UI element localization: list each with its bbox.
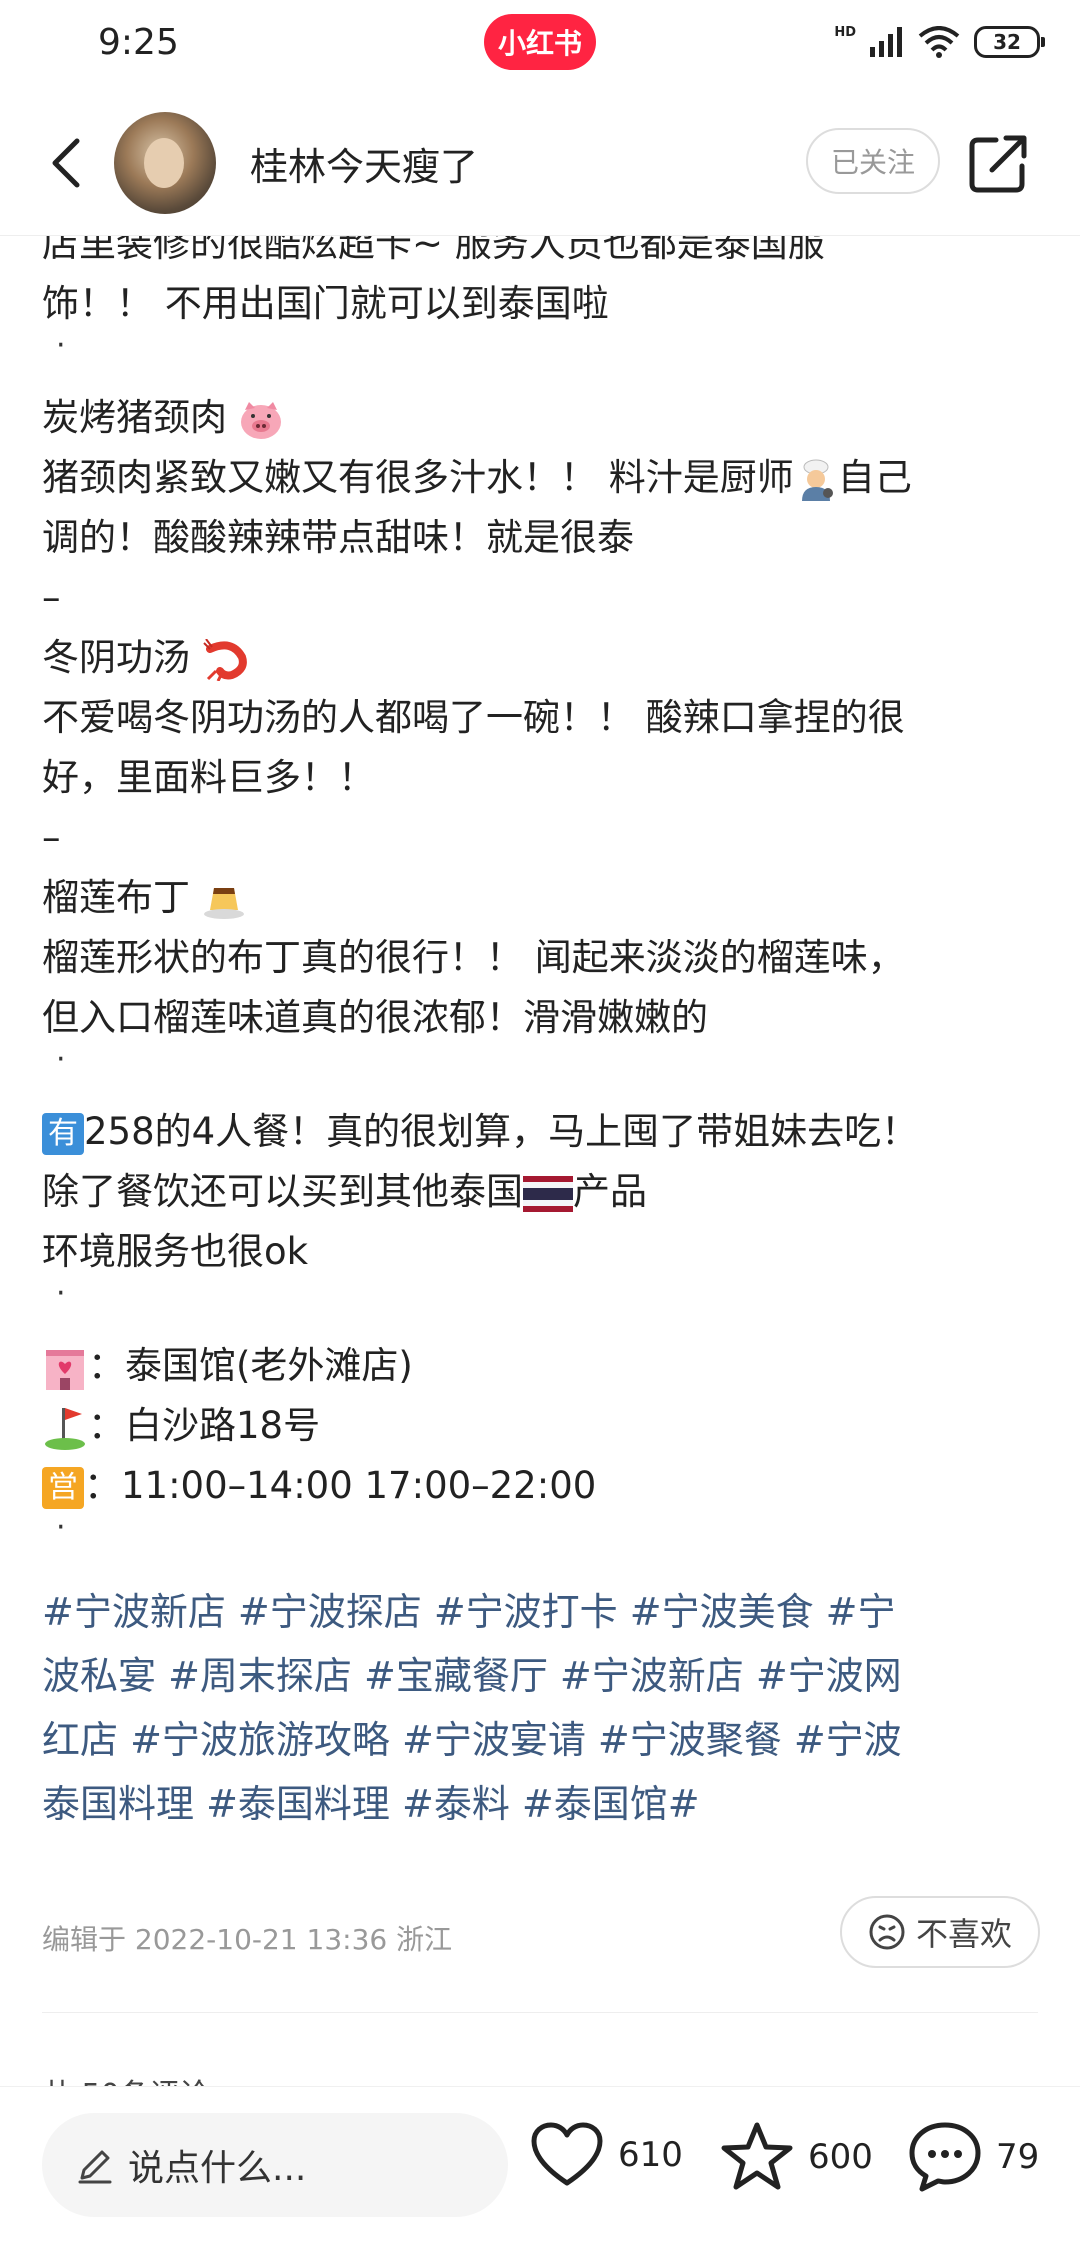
battery-indicator: 32	[974, 26, 1045, 58]
app-badge: 小红书	[484, 14, 596, 70]
pencil-icon	[78, 2150, 112, 2184]
dish-title-text: 冬阴功汤	[42, 636, 190, 679]
pig-face-icon	[240, 401, 281, 439]
thai-flag-icon	[523, 1175, 573, 1212]
status-icons: HD 32	[834, 24, 1045, 58]
shrimp-icon	[203, 638, 247, 681]
dish-title: 冬阴功汤	[42, 632, 250, 684]
dislike-label: 不喜欢	[915, 1915, 1012, 1953]
comment-count: 79	[996, 2137, 1040, 2177]
share-button[interactable]	[966, 130, 1032, 196]
signal-icon	[870, 27, 902, 57]
heart-icon	[531, 2122, 603, 2186]
has-badge-icon: 有	[42, 1112, 84, 1155]
post-line-text: 除了餐饮还可以买到其他泰国	[42, 1170, 523, 1213]
post-line: 店里装修的很酷炫超卡~ 服务人员也都是泰国服	[42, 236, 825, 265]
comment-button[interactable]: 79	[908, 2121, 1039, 2193]
post-line: 饰！！ 不用出国门就可以到泰国啦	[42, 282, 609, 325]
hashtag-line[interactable]: 泰国料理 #泰国料理 #泰料 #泰国馆#	[42, 1778, 700, 1830]
separator-dot: ·	[56, 1042, 66, 1077]
dish-title: 炭烤猪颈肉	[42, 392, 283, 444]
post-content: 店里装修的很酷炫超卡~ 服务人员也都是泰国服 饰！！ 不用出国门就可以到泰国啦 …	[0, 236, 1080, 2036]
like-button[interactable]: 610	[530, 2121, 683, 2189]
post-line: 榴莲形状的布丁真的很行！！ 闻起来淡淡的榴莲味，	[42, 936, 905, 979]
post-line: 除了餐饮还可以买到其他泰国 产品	[42, 1166, 647, 1218]
post-line: 好，里面料巨多！！	[42, 756, 375, 799]
dislike-button[interactable]: 不喜欢	[840, 1896, 1040, 1968]
post-line-text: 猪颈肉紧致又嫩又有很多汁水！！ 料汁是厨师	[42, 456, 794, 499]
golf-flag-icon	[45, 1407, 85, 1450]
pudding-icon	[203, 887, 244, 919]
back-button[interactable]	[30, 128, 100, 198]
separator-dot: ·	[56, 1276, 66, 1311]
frown-face-icon	[869, 1914, 905, 1950]
post-line-suffix: 产品	[573, 1170, 647, 1213]
bottom-action-bar: 说点什么... 610 600 79	[0, 2086, 1080, 2244]
avatar[interactable]	[114, 112, 216, 214]
post-header: 桂林今天瘦了 已关注	[0, 92, 1080, 236]
dish-title: 榴莲布丁	[42, 872, 246, 924]
wifi-icon	[918, 26, 960, 58]
status-time: 9:25	[98, 22, 179, 63]
post-line-suffix: 自己	[837, 456, 912, 499]
hashtag-line[interactable]: #宁波新店 #宁波探店 #宁波打卡 #宁波美食 #宁	[42, 1586, 896, 1638]
address-line: ：白沙路18号	[42, 1400, 320, 1452]
separator-dot: ·	[56, 328, 66, 363]
collect-button[interactable]: 600	[720, 2121, 873, 2193]
hours-text: ：11:00–14:00 17:00–22:00	[84, 1464, 597, 1507]
comment-input[interactable]: 说点什么...	[42, 2113, 508, 2217]
dish-title-text: 榴莲布丁	[42, 876, 190, 919]
edit-info: 编辑于 2022-10-21 13:36 浙江	[42, 1923, 453, 1956]
follow-button[interactable]: 已关注	[806, 128, 940, 194]
store-name-line: ：泰国馆(老外滩店)	[42, 1340, 413, 1392]
separator-dot: ·	[56, 1510, 66, 1545]
post-line: 但入口榴莲味道真的很浓郁！滑滑嫩嫩的	[42, 996, 708, 1039]
address-text: ：白沙路18号	[88, 1404, 321, 1447]
store-name-text: ：泰国馆(老外滩店)	[88, 1344, 413, 1387]
post-line: 有 258的4人餐！真的很划算，马上囤了带姐妹去吃！	[42, 1106, 918, 1158]
hotel-icon	[46, 1349, 84, 1390]
chevron-left-icon	[52, 138, 80, 188]
post-line-text: 258的4人餐！真的很划算，马上囤了带姐妹去吃！	[84, 1110, 919, 1153]
chef-icon	[801, 459, 833, 501]
divider	[42, 2012, 1038, 2013]
author-name[interactable]: 桂林今天瘦了	[250, 136, 478, 191]
open-badge-icon: 営	[42, 1466, 84, 1509]
hashtag-line[interactable]: 红店 #宁波旅游攻略 #宁波宴请 #宁波聚餐 #宁波	[42, 1714, 902, 1766]
chat-bubble-icon	[909, 2122, 981, 2192]
hashtag-line[interactable]: 波私宴 #周末探店 #宝藏餐厅 #宁波新店 #宁波网	[42, 1650, 902, 1702]
separator-dash: –	[42, 816, 61, 859]
comment-placeholder: 说点什么...	[128, 2148, 307, 2189]
status-bar: 9:25 小红书 HD 32	[0, 0, 1080, 92]
post-line: 不爱喝冬阴功汤的人都喝了一碗！！ 酸辣口拿捏的很	[42, 696, 905, 739]
hours-line: 営：11:00–14:00 17:00–22:00	[42, 1460, 596, 1512]
separator-dash: –	[42, 576, 61, 619]
post-line: 环境服务也很ok	[42, 1230, 309, 1273]
share-icon	[969, 135, 1027, 193]
star-icon	[721, 2122, 793, 2190]
like-count: 610	[618, 2135, 683, 2175]
collect-count: 600	[808, 2137, 873, 2177]
network-label: HD	[834, 24, 856, 40]
post-line: 猪颈肉紧致又嫩又有很多汁水！！ 料汁是厨师 自己	[42, 452, 912, 504]
dish-title-text: 炭烤猪颈肉	[42, 396, 227, 439]
post-line: 调的！酸酸辣辣带点甜味！就是很泰	[42, 516, 634, 559]
